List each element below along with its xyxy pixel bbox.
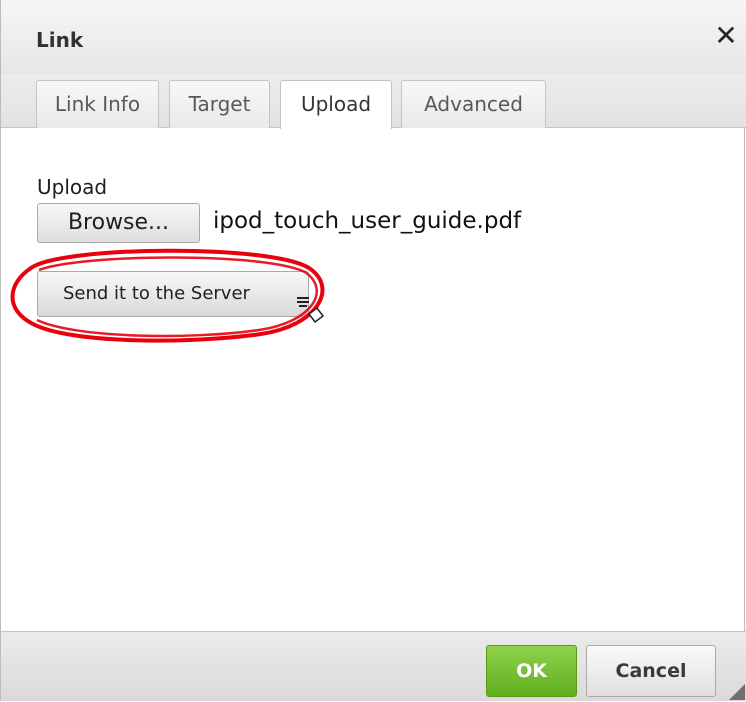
cursor-pointer-icon [297, 297, 325, 324]
close-icon[interactable]: ✕ [711, 21, 741, 51]
browse-button[interactable]: Browse... [37, 203, 200, 243]
link-dialog: Link ✕ Link Info Target Upload Advanced … [0, 0, 746, 701]
tab-upload[interactable]: Upload [280, 80, 392, 129]
ok-button[interactable]: OK [486, 645, 577, 697]
tab-strip: Link Info Target Upload Advanced [1, 75, 746, 129]
selected-filename: ipod_touch_user_guide.pdf [213, 208, 522, 234]
tab-link-info[interactable]: Link Info [36, 80, 159, 128]
send-to-server-button[interactable]: Send it to the Server [37, 271, 309, 317]
dialog-titlebar[interactable]: Link ✕ [1, 0, 746, 75]
resize-grip-icon[interactable] [728, 683, 746, 701]
cancel-button[interactable]: Cancel [586, 645, 716, 697]
tab-target[interactable]: Target [169, 80, 270, 128]
tab-advanced[interactable]: Advanced [401, 80, 546, 128]
upload-label: Upload [37, 175, 108, 199]
dialog-title: Link [36, 28, 84, 52]
